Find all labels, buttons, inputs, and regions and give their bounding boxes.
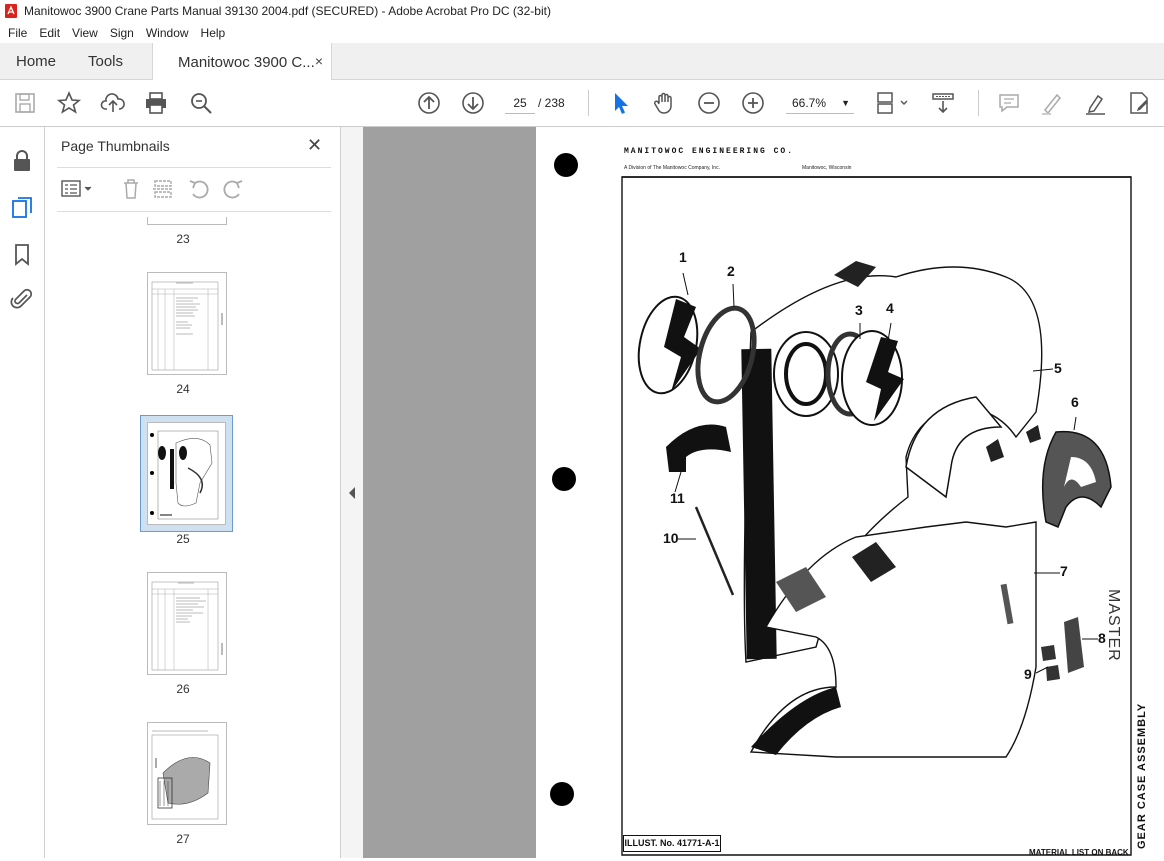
title-bar: Manitowoc 3900 Crane Parts Manual 39130 … bbox=[0, 0, 1164, 22]
thumbnail-page[interactable] bbox=[147, 272, 227, 375]
menu-bar: File Edit View Sign Window Help bbox=[0, 22, 1164, 43]
divider bbox=[57, 211, 331, 212]
zoom-search-icon[interactable] bbox=[188, 90, 214, 116]
thumbnail-content bbox=[150, 430, 219, 520]
panel-close-icon[interactable]: ✕ bbox=[307, 135, 322, 156]
menu-help[interactable]: Help bbox=[195, 26, 232, 40]
tab-bar: Home Tools Manitowoc 3900 C... × bbox=[0, 43, 1164, 81]
sign-pen-icon[interactable] bbox=[1083, 90, 1109, 116]
select-cursor-icon[interactable] bbox=[607, 90, 633, 116]
thumbnail-page[interactable] bbox=[147, 217, 227, 225]
page-header: MANITOWOC ENGINEERING CO. bbox=[624, 147, 795, 156]
zoom-out-icon[interactable] bbox=[696, 90, 722, 116]
page-drawing bbox=[550, 153, 1132, 856]
delete-icon[interactable] bbox=[119, 177, 143, 201]
rotate-clockwise-icon[interactable] bbox=[221, 177, 245, 201]
callout-4: 4 bbox=[886, 300, 894, 316]
edit-document-icon[interactable] bbox=[1126, 90, 1152, 116]
callout-3: 3 bbox=[855, 302, 863, 318]
upload-cloud-icon[interactable] bbox=[100, 90, 126, 116]
print-icon[interactable] bbox=[143, 90, 169, 116]
menu-file[interactable]: File bbox=[2, 26, 33, 40]
comment-icon[interactable] bbox=[996, 90, 1022, 116]
master-stamp: MASTER bbox=[1105, 589, 1122, 662]
lock-icon[interactable] bbox=[10, 149, 34, 173]
toolbar-divider bbox=[978, 90, 979, 116]
zoom-in-icon[interactable] bbox=[740, 90, 766, 116]
next-page-icon[interactable] bbox=[460, 90, 486, 116]
tab-home[interactable]: Home bbox=[16, 43, 56, 80]
tab-close-icon[interactable]: × bbox=[315, 53, 323, 69]
thumbnail-page[interactable] bbox=[147, 572, 227, 675]
page-subheader-left: A Division of The Manitowoc Company, Inc… bbox=[624, 165, 720, 171]
zoom-level-select[interactable]: 66.7% ▼ bbox=[786, 92, 854, 114]
thumbnail-options-icon[interactable] bbox=[61, 179, 95, 199]
menu-sign[interactable]: Sign bbox=[104, 26, 140, 40]
thumbnail-list: 23 24 25 26 27 bbox=[45, 217, 321, 858]
document-viewer[interactable]: MANITOWOC ENGINEERING CO. A Division of … bbox=[363, 127, 1164, 858]
navigation-rail bbox=[0, 127, 45, 858]
pdf-page: MANITOWOC ENGINEERING CO. A Division of … bbox=[536, 127, 1164, 858]
page-number-input[interactable]: 25 bbox=[505, 92, 535, 114]
menu-window[interactable]: Window bbox=[140, 26, 195, 40]
thumbnail-page-number: 25 bbox=[176, 532, 190, 546]
thumbnail-page-number: 27 bbox=[176, 832, 190, 846]
bookmark-star-icon[interactable] bbox=[56, 90, 82, 116]
acrobat-icon bbox=[5, 4, 17, 18]
callout-7: 7 bbox=[1060, 563, 1068, 579]
thumbnail-page-number: 23 bbox=[176, 232, 190, 246]
highlight-pen-icon[interactable] bbox=[1039, 90, 1065, 116]
chevron-down-icon: ▼ bbox=[841, 98, 850, 108]
callout-2: 2 bbox=[727, 263, 735, 279]
callout-5: 5 bbox=[1054, 360, 1062, 376]
tab-tools[interactable]: Tools bbox=[88, 43, 123, 80]
tab-document[interactable]: Manitowoc 3900 C... × bbox=[152, 43, 332, 81]
bookmarks-icon[interactable] bbox=[10, 242, 34, 266]
extract-pages-icon[interactable] bbox=[151, 177, 175, 201]
toolbar: 25 / 238 66.7% ▼ bbox=[0, 80, 1164, 127]
page-footer: MATERIAL LIST ON BACK bbox=[1029, 848, 1129, 857]
divider bbox=[57, 167, 331, 168]
page-display-icon[interactable] bbox=[874, 90, 914, 116]
panel-toolbar bbox=[57, 175, 331, 203]
page-thumbnails-icon[interactable] bbox=[10, 195, 34, 219]
zoom-level-value: 66.7% bbox=[792, 96, 827, 110]
rotate-counterclockwise-icon[interactable] bbox=[187, 177, 211, 201]
callout-1: 1 bbox=[679, 249, 687, 265]
illustration-number: ILLUST. No. 41771-A-1 bbox=[623, 835, 721, 852]
callout-10: 10 bbox=[663, 530, 679, 546]
save-icon[interactable] bbox=[12, 90, 38, 116]
toolbar-divider bbox=[588, 90, 589, 116]
thumbnail-content bbox=[151, 581, 223, 671]
previous-page-icon[interactable] bbox=[416, 90, 442, 116]
callout-11: 11 bbox=[670, 490, 685, 506]
callout-9: 9 bbox=[1024, 666, 1032, 682]
hand-tool-icon[interactable] bbox=[652, 90, 678, 116]
attachments-icon[interactable] bbox=[10, 287, 34, 311]
side-title: GEAR CASE ASSEMBLY bbox=[1136, 702, 1148, 849]
thumbnail-page-image bbox=[147, 422, 226, 525]
thumbnail-page-number: 26 bbox=[176, 682, 190, 696]
thumbnail-page-number: 24 bbox=[176, 382, 190, 396]
panel-title: Page Thumbnails bbox=[61, 138, 170, 154]
scrolling-mode-icon[interactable] bbox=[930, 90, 956, 116]
window-title: Manitowoc 3900 Crane Parts Manual 39130 … bbox=[24, 4, 551, 18]
menu-view[interactable]: View bbox=[66, 26, 104, 40]
panel-collapse-handle[interactable] bbox=[341, 127, 363, 858]
page-total: / 238 bbox=[538, 96, 565, 110]
menu-edit[interactable]: Edit bbox=[33, 26, 66, 40]
page-thumbnails-panel: Page Thumbnails ✕ 23 24 25 26 27 bbox=[45, 127, 379, 858]
thumbnail-content bbox=[151, 730, 219, 820]
tab-document-label: Manitowoc 3900 C... bbox=[178, 53, 315, 71]
callout-6: 6 bbox=[1071, 394, 1079, 410]
thumbnail-page-selected[interactable] bbox=[140, 415, 233, 532]
thumbnail-page[interactable] bbox=[147, 722, 227, 825]
thumbnail-content bbox=[151, 281, 223, 371]
page-subheader-right: Manitowoc, Wisconsin bbox=[802, 165, 852, 171]
